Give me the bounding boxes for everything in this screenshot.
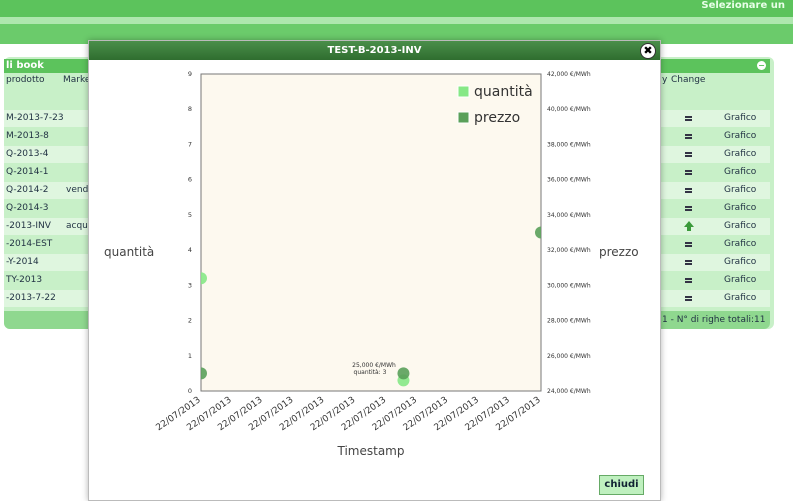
book-panel-title: li book xyxy=(6,60,44,71)
equal-icon xyxy=(685,188,692,193)
y-tick-label: 8 xyxy=(188,105,192,113)
y2-tick-label: 28,000 €/MWh xyxy=(547,318,591,325)
y2-tick-label: 26,000 €/MWh xyxy=(547,353,591,360)
cell-prodotto: -2013-7-22 xyxy=(6,293,56,303)
grafico-link[interactable]: Grafico xyxy=(724,257,756,267)
tooltip-price: 25,000 €/MWh xyxy=(352,362,396,369)
top-bar: Selezionare un xyxy=(0,0,793,17)
grafico-link[interactable]: Grafico xyxy=(724,167,756,177)
cell-prodotto: M-2013-8 xyxy=(6,131,49,141)
y-tick-label: 1 xyxy=(188,352,192,360)
legend-swatch xyxy=(457,85,470,98)
y2-axis-label: prezzo xyxy=(599,245,639,259)
y-tick-label: 6 xyxy=(188,176,192,184)
x-axis-label: Timestamp xyxy=(337,444,405,458)
y-tick-label: 0 xyxy=(188,387,192,395)
y2-tick-label: 32,000 €/MWh xyxy=(547,247,591,254)
data-point-prezzo xyxy=(397,367,410,380)
data-point-prezzo xyxy=(535,226,541,239)
chart: 0 1 2 3 4 5 6 7 8 9 24,000 €/MWh 26,000 €/MWh 28,000… xyxy=(104,70,639,458)
y-axis-label: quantità xyxy=(104,245,154,259)
tooltip-quantity: quantità: 3 xyxy=(354,369,387,376)
equal-icon xyxy=(685,152,692,157)
y2-tick-label: 34,000 €/MWh xyxy=(547,212,591,219)
y2-tick-label: 42,000 €/MWh xyxy=(547,71,591,78)
y2-tick-label: 38,000 €/MWh xyxy=(547,141,591,148)
row-count: 1 - N° di righe totali:11 xyxy=(662,315,766,325)
grafico-link[interactable]: Grafico xyxy=(724,221,756,231)
legend-label: quantità xyxy=(474,84,533,100)
grafico-link[interactable]: Grafico xyxy=(724,239,756,249)
cell-prodotto: TY-2013 xyxy=(6,275,43,285)
cell-prodotto: Q-2014-3 xyxy=(6,203,49,213)
y-tick-label: 3 xyxy=(188,281,192,289)
equal-icon xyxy=(685,242,692,247)
top-bar-stripe xyxy=(0,17,793,24)
equal-icon xyxy=(685,296,692,301)
y-tick-label: 2 xyxy=(188,317,192,325)
y2-tick-label: 36,000 €/MWh xyxy=(547,177,591,184)
cell-prodotto: Q-2014-2 xyxy=(6,185,49,195)
equal-icon xyxy=(685,206,692,211)
select-hint: Selezionare un xyxy=(701,0,785,11)
col-prodotto[interactable]: prodotto xyxy=(6,75,45,85)
y2-tick-label: 24,000 €/MWh xyxy=(547,388,591,395)
cell-prodotto: Q-2013-4 xyxy=(6,149,49,159)
col-change[interactable]: Change xyxy=(671,75,705,85)
grafico-link[interactable]: Grafico xyxy=(724,185,756,195)
legend-label: prezzo xyxy=(474,110,520,126)
equal-icon xyxy=(685,278,692,283)
cell-prodotto: -Y-2014 xyxy=(6,257,39,267)
equal-icon xyxy=(685,116,692,121)
y-tick-label: 7 xyxy=(188,140,192,148)
y-tick-label: 5 xyxy=(188,211,192,219)
y-tick-label: 9 xyxy=(188,70,192,78)
y2-tick-label: 30,000 €/MWh xyxy=(547,282,591,289)
y-tick-label: 4 xyxy=(188,246,192,254)
collapse-icon[interactable]: − xyxy=(757,61,766,70)
chiudi-button[interactable]: chiudi xyxy=(599,475,644,495)
cell-prodotto: Q-2014-1 xyxy=(6,167,49,177)
grafico-link[interactable]: Grafico xyxy=(724,275,756,285)
col-y[interactable]: y xyxy=(662,75,667,85)
data-point-quantita xyxy=(201,272,207,285)
chart-dialog: TEST-B-2013-INV ✖ 0 1 2 3 4 5 6 7 8 9 24,000 €/MWh… xyxy=(88,40,661,501)
grafico-link[interactable]: Grafico xyxy=(724,293,756,303)
equal-icon xyxy=(685,134,692,139)
col-market[interactable]: Marke xyxy=(63,75,90,85)
cell-prodotto: -2014-EST xyxy=(6,239,53,249)
grafico-link[interactable]: Grafico xyxy=(724,203,756,213)
arrow-up-icon xyxy=(684,221,694,231)
cell-market: vend xyxy=(66,185,89,195)
grafico-link[interactable]: Grafico xyxy=(724,113,756,123)
equal-icon xyxy=(685,260,692,265)
equal-icon xyxy=(685,170,692,175)
dialog-title: TEST-B-2013-INV xyxy=(327,45,422,56)
y2-tick-label: 40,000 €/MWh xyxy=(547,106,591,113)
cell-prodotto: M-2013-7-23 xyxy=(6,113,64,123)
cell-prodotto: -2013-INV xyxy=(6,221,51,231)
grafico-link[interactable]: Grafico xyxy=(724,149,756,159)
close-icon[interactable]: ✖ xyxy=(640,43,656,59)
dialog-title-bar[interactable]: TEST-B-2013-INV ✖ xyxy=(89,41,660,60)
cell-market: acqu xyxy=(66,221,88,231)
data-point-prezzo xyxy=(201,367,207,380)
grafico-link[interactable]: Grafico xyxy=(724,131,756,141)
legend-swatch xyxy=(457,111,470,124)
